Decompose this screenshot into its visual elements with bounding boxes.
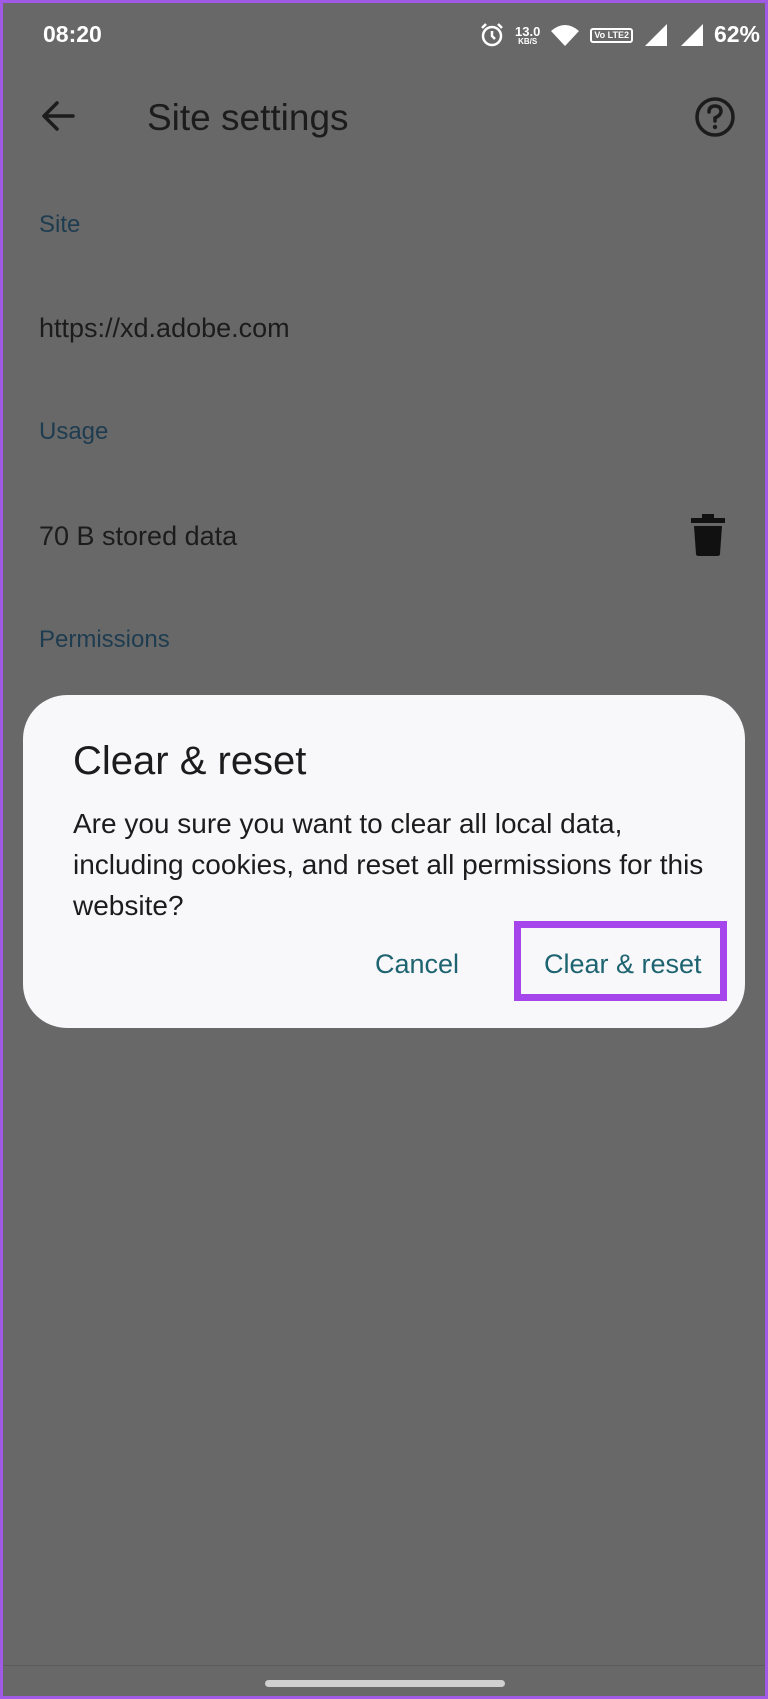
wifi-icon	[551, 25, 580, 46]
network-speed-unit: KB/S	[518, 36, 538, 46]
app-bar: Site settings	[3, 63, 765, 173]
alarm-icon	[481, 23, 503, 47]
dialog-title: Clear & reset	[73, 739, 307, 783]
arrow-back-icon	[42, 101, 75, 131]
help-circle-icon	[695, 97, 735, 137]
clear-reset-dialog: Clear & reset Are you sure you want to c…	[23, 695, 745, 1028]
cancel-button[interactable]: Cancel	[375, 949, 459, 980]
network-speed: 13.0 KB/S	[515, 25, 540, 46]
dialog-actions: Cancel Clear & reset	[23, 917, 745, 1027]
back-button[interactable]	[33, 91, 83, 141]
status-time: 08:20	[43, 21, 102, 47]
nav-divider	[3, 1665, 765, 1666]
screen: 08:20 13.0 KB/S Vo LTE2 62% Site setting…	[3, 3, 765, 1696]
gesture-nav-handle[interactable]	[265, 1680, 505, 1687]
status-icons: 13.0 KB/S Vo LTE2 62%	[479, 19, 760, 51]
volte-icon: Vo LTE2	[590, 27, 633, 43]
section-label-site: Site	[39, 211, 81, 238]
status-bar: 08:20 13.0 KB/S Vo LTE2 62%	[3, 3, 765, 63]
network-speed-value: 13.0	[515, 23, 541, 39]
help-button[interactable]	[693, 95, 737, 139]
trash-icon	[691, 514, 725, 556]
stored-data-label: 70 B stored data	[39, 521, 238, 551]
page-title: Site settings	[147, 97, 349, 138]
signal-icon	[681, 24, 703, 46]
clear-reset-button[interactable]: Clear & reset	[544, 949, 702, 980]
section-label-permissions: Permissions	[39, 626, 170, 653]
signal-icon	[645, 24, 667, 46]
section-label-usage: Usage	[39, 418, 109, 445]
dialog-message: Are you sure you want to clear all local…	[73, 808, 704, 921]
delete-data-button[interactable]	[691, 514, 725, 556]
site-url: https://xd.adobe.com	[39, 313, 290, 343]
battery-percent: 62%	[713, 21, 760, 47]
